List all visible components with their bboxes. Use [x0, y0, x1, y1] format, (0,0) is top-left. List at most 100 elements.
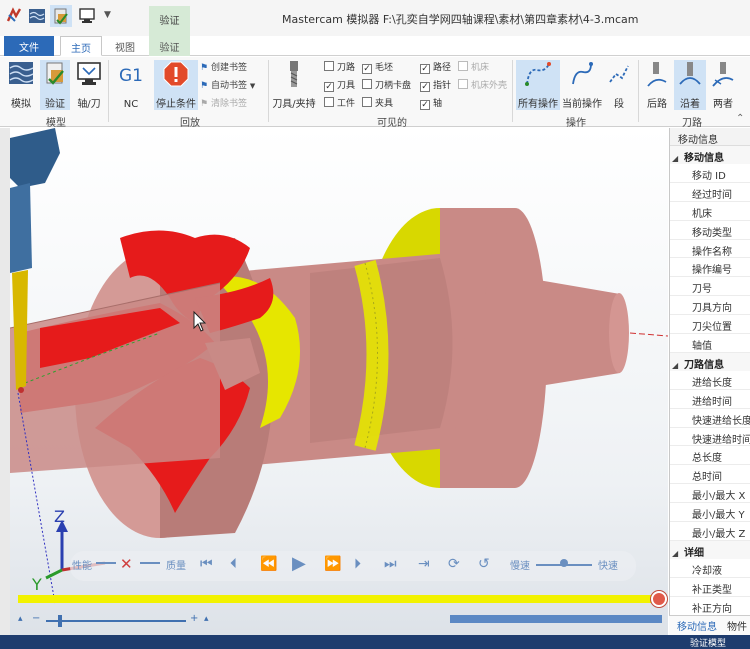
stop-icon[interactable]: ✕ — [120, 555, 133, 573]
stock-model-icon[interactable] — [28, 7, 46, 25]
property-row[interactable]: 操作编号 — [670, 258, 750, 278]
along-button[interactable]: 沿着 — [674, 60, 706, 110]
stop-condition-button[interactable]: 停止条件 — [154, 60, 198, 110]
nc-button[interactable]: G1 NC — [114, 60, 148, 110]
loop-icon[interactable]: ⟳ — [448, 556, 460, 572]
check-toolpath[interactable]: 刀路 — [324, 60, 355, 74]
checkbox-checked[interactable]: ✓ — [420, 82, 430, 92]
check-path[interactable]: ✓ 路径 — [420, 60, 451, 74]
both-button[interactable]: 两者 — [708, 60, 738, 110]
quality-slider[interactable] — [140, 562, 160, 564]
property-row[interactable]: 最小/最大 Z — [670, 522, 750, 541]
property-row[interactable]: 刀尖位置 — [670, 315, 750, 335]
check-machine-housing[interactable]: 机床外壳 — [458, 78, 507, 92]
check-fixture[interactable]: 夹具 — [362, 96, 393, 110]
property-row[interactable]: 快速进给长度 — [670, 409, 750, 428]
collapse-triangle-icon[interactable]: ◢ — [672, 549, 684, 558]
check-machine[interactable]: 机床 — [458, 60, 489, 74]
simulation-progress-bar[interactable] — [18, 595, 658, 603]
speed-slider-thumb[interactable] — [560, 559, 568, 567]
checkbox[interactable] — [324, 61, 334, 71]
tab-file[interactable]: 文件 — [4, 36, 54, 56]
property-row[interactable]: 总长度 — [670, 446, 750, 466]
property-row[interactable]: 进给长度 — [670, 371, 750, 390]
graphics-viewport[interactable]: Z Y 性能 ✕ 质量 ⏮ ⏴ ⏪ ▶ ⏩ ⏵ ⏭ ⇥ ⟳ ↺ 慢速 快速 ▴ … — [10, 128, 668, 635]
rewind-icon[interactable]: ⏪ — [260, 556, 277, 572]
checkbox[interactable] — [458, 61, 468, 71]
segment-button[interactable]: 段 — [604, 60, 634, 110]
checkbox-checked[interactable]: ✓ — [420, 100, 430, 110]
property-row[interactable]: 最小/最大 Y — [670, 503, 750, 523]
checkbox-checked[interactable]: ✓ — [420, 64, 430, 74]
fast-forward-icon[interactable]: ⏩ — [324, 556, 341, 572]
property-row[interactable]: 刀具方向 — [670, 296, 750, 316]
collapse-triangle-icon[interactable]: ◢ — [672, 154, 684, 163]
checkbox-checked[interactable]: ✓ — [324, 82, 334, 92]
zoom-in-small-icon[interactable]: ▴ — [204, 614, 209, 624]
check-pointer[interactable]: ✓ 指针 — [420, 78, 451, 92]
section-details[interactable]: ◢ 详细 — [670, 540, 750, 559]
property-row[interactable]: 操作名称 — [670, 240, 750, 259]
checkbox[interactable] — [362, 97, 372, 107]
checkbox-checked[interactable]: ✓ — [362, 64, 372, 74]
property-row[interactable]: 进给时间 — [670, 390, 750, 409]
simulate-button[interactable]: 模拟 — [6, 60, 36, 110]
checkbox[interactable] — [324, 97, 334, 107]
property-row[interactable]: 经过时间 — [670, 183, 750, 202]
check-stock[interactable]: ✓ 毛坯 — [362, 60, 393, 74]
zoom-out-small-icon[interactable]: ▴ — [18, 614, 23, 624]
zoom-slider-thumb[interactable] — [58, 615, 62, 627]
section-move-info[interactable]: ◢ 移动信息 — [670, 146, 750, 164]
property-row[interactable]: 移动类型 — [670, 221, 750, 240]
operation-range-bar[interactable] — [450, 615, 662, 623]
all-operations-button[interactable]: 所有操作 — [516, 60, 560, 110]
check-workpiece[interactable]: 工件 — [324, 96, 355, 110]
next-move-icon[interactable]: ⇥ — [418, 556, 430, 572]
backplot-button[interactable]: 轴/刀 — [74, 60, 104, 110]
checkbox[interactable] — [458, 79, 468, 89]
tab-home[interactable]: 主页 — [60, 36, 102, 56]
tool-holder-button[interactable]: 刀具/夹持 — [272, 60, 316, 110]
collapse-triangle-icon[interactable]: ◢ — [672, 361, 684, 370]
zoom-slider-track[interactable] — [46, 620, 186, 622]
property-row[interactable]: 补正类型 — [670, 578, 750, 597]
skip-to-start-icon[interactable]: ⏮ — [200, 556, 213, 572]
section-toolpath-info[interactable]: ◢ 刀路信息 — [670, 352, 750, 371]
verify-quick-icon[interactable] — [50, 5, 72, 27]
property-row[interactable]: 轴值 — [670, 334, 750, 353]
play-icon[interactable]: ▶ — [292, 553, 306, 574]
clear-bookmark-button[interactable]: ⚑ 清除书签 — [200, 96, 247, 110]
property-row[interactable]: 补正方向 — [670, 597, 750, 616]
property-row[interactable]: 移动 ID — [670, 164, 750, 183]
progress-slider-thumb[interactable] — [651, 591, 667, 607]
property-row[interactable]: 总时间 — [670, 465, 750, 485]
collapse-ribbon-icon[interactable]: ⌃ — [736, 113, 744, 127]
performance-slider[interactable] — [96, 562, 116, 564]
skip-to-end-icon[interactable]: ⏭ — [384, 556, 397, 572]
auto-bookmark-button[interactable]: ⚑ 自动书签 ▼ — [200, 78, 255, 92]
app-logo-icon[interactable] — [6, 7, 24, 25]
tab-move-info[interactable]: 移动信息 — [677, 618, 717, 633]
check-tool[interactable]: ✓ 刀具 — [324, 78, 355, 92]
tab-view[interactable]: 视图 — [108, 36, 142, 56]
property-row[interactable]: 冷却液 — [670, 559, 750, 578]
check-axis[interactable]: ✓ 轴 — [420, 96, 442, 110]
zoom-minus-button[interactable]: − — [32, 613, 40, 624]
tab-objects[interactable]: 物件 — [727, 618, 747, 633]
property-row[interactable]: 快速进给时间 — [670, 428, 750, 447]
verify-button[interactable]: 验证 — [40, 60, 70, 110]
current-operation-button[interactable]: 当前操作 — [562, 60, 602, 110]
step-forward-icon[interactable]: ⏵ — [354, 556, 361, 572]
zoom-plus-button[interactable]: + — [190, 613, 198, 624]
tip-end-button[interactable]: 后路 — [642, 60, 672, 110]
check-holder[interactable]: 刀柄卡盘 — [362, 78, 411, 92]
monitor-icon[interactable] — [78, 7, 96, 25]
quick-access-dropdown-icon[interactable]: ▼ — [104, 10, 122, 28]
property-row[interactable]: 最小/最大 X — [670, 484, 750, 504]
property-row[interactable]: 机床 — [670, 202, 750, 221]
create-bookmark-button[interactable]: ⚑ 创建书签 — [200, 60, 247, 74]
checkbox[interactable] — [362, 79, 372, 89]
step-back-icon[interactable]: ⏴ — [230, 556, 237, 572]
tab-verify[interactable]: 验证 — [149, 36, 190, 56]
reset-icon[interactable]: ↺ — [478, 556, 490, 572]
